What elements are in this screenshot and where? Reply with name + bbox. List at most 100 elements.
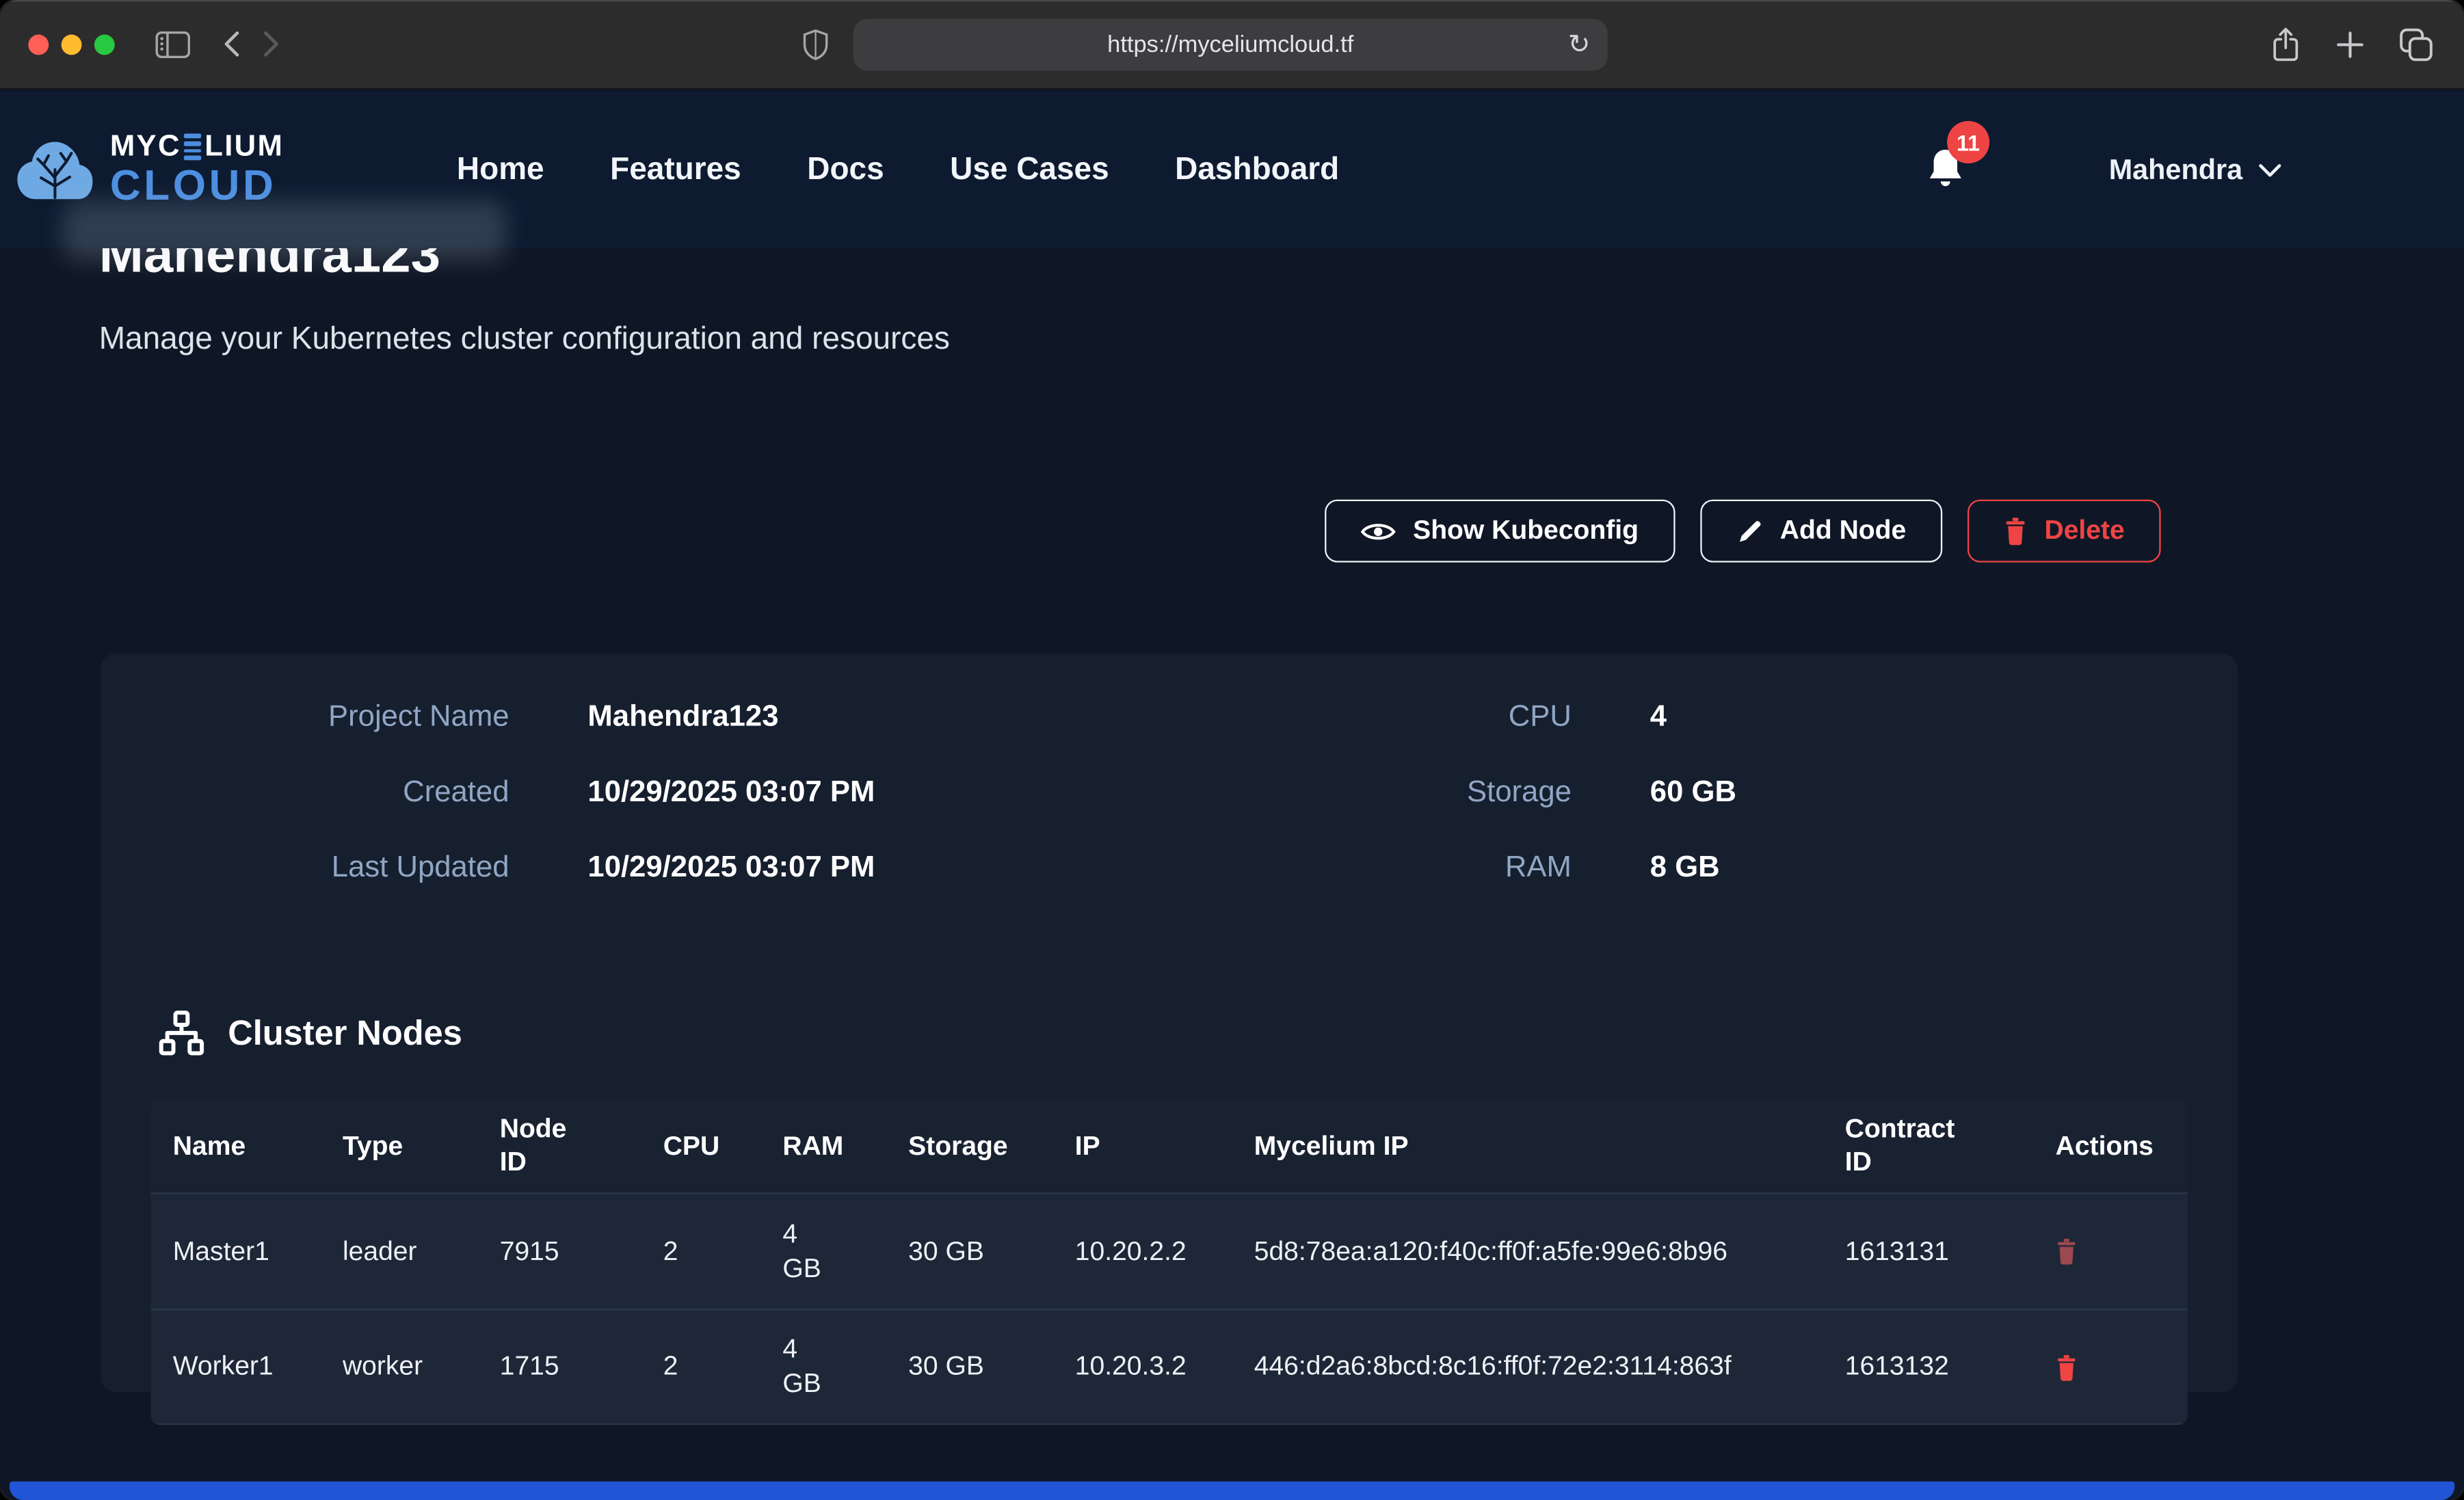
browser-window: https://myceliumcloud.tf ↻ [0, 0, 2464, 1500]
logo-text-cloud: CLOUD [110, 165, 284, 207]
browser-toolbar: https://myceliumcloud.tf ↻ [0, 0, 2464, 90]
logo-e-bars [184, 134, 201, 160]
col-storage: Storage [886, 1116, 1053, 1175]
notifications-button[interactable]: 11 [1924, 146, 1971, 193]
storage-value: 60 GB [1650, 776, 1736, 811]
show-kubeconfig-button[interactable]: Show Kubeconfig [1325, 500, 1674, 563]
table-header-row: Name Type Node ID CPU RAM Storage IP Myc… [151, 1098, 2188, 1192]
cluster-nodes-icon [157, 1008, 206, 1057]
main-nav: Home Features Docs Use Cases Dashboard [457, 152, 1339, 188]
trash-icon [2004, 517, 2027, 545]
node-ram: 4 GB [760, 1204, 886, 1298]
nav-item-dashboard[interactable]: Dashboard [1175, 152, 1339, 188]
user-menu[interactable]: Mahendra [2109, 153, 2282, 186]
node-ip: 10.20.2.2 [1053, 1222, 1232, 1281]
col-contract-id: Contract ID [1823, 1100, 2034, 1191]
url-text: https://myceliumcloud.tf [1107, 31, 1353, 58]
node-type: worker [321, 1337, 478, 1397]
node-ip: 10.20.3.2 [1053, 1337, 1232, 1397]
node-mycelium-ip: 446:d2a6:8bcd:8c16:ff0f:72e2:3114:863f [1232, 1337, 1823, 1397]
node-mycelium-ip: 5d8:78ea:a120:f40c:ff0f:a5fe:99e6:8b96 [1232, 1222, 1823, 1281]
col-type: Type [321, 1116, 478, 1175]
project-name-label: Project Name [101, 701, 509, 736]
last-updated-row: Last Updated 10/29/2025 03:07 PM [101, 851, 1201, 886]
col-ram: RAM [760, 1116, 886, 1175]
node-contract-id: 1613131 [1823, 1222, 2034, 1281]
logo-text-myc: MYC [110, 132, 181, 162]
storage-label: Storage [1201, 776, 1572, 811]
address-bar[interactable]: https://myceliumcloud.tf ↻ [853, 19, 1608, 71]
traffic-lights [28, 34, 114, 54]
cluster-nodes-heading: Cluster Nodes [228, 1013, 462, 1054]
site-header: MYC LIUM CLOUD Home Features Docs Use Ca… [0, 91, 2464, 248]
chevron-down-icon [2258, 163, 2281, 177]
notification-badge: 11 [1947, 121, 1989, 163]
user-name: Mahendra [2109, 153, 2242, 186]
delete-node-button[interactable] [2056, 1354, 2078, 1380]
mycelium-cloud-logo[interactable]: MYC LIUM CLOUD [16, 132, 284, 207]
created-value: 10/29/2025 03:07 PM [587, 776, 875, 811]
add-node-button[interactable]: Add Node [1700, 500, 1943, 563]
storage-row: Storage 60 GB [1201, 776, 1736, 811]
node-storage: 30 GB [886, 1337, 1053, 1397]
table-row: Worker1 worker 1715 2 4 GB 30 GB 10.20.3… [151, 1309, 2188, 1425]
trash-icon [2056, 1238, 2078, 1265]
logo-text-lium: LIUM [204, 132, 284, 162]
node-name: Worker1 [151, 1337, 321, 1397]
col-actions: Actions [2033, 1116, 2187, 1175]
col-ip: IP [1053, 1116, 1232, 1175]
bottom-accent-strip [10, 1482, 2455, 1500]
minimize-window-button[interactable] [62, 34, 82, 54]
delete-node-button[interactable] [2056, 1238, 2078, 1265]
forward-button-icon[interactable] [263, 30, 282, 58]
eye-icon [1361, 519, 1396, 542]
delete-cluster-button[interactable]: Delete [1968, 500, 2161, 563]
node-storage: 30 GB [886, 1222, 1053, 1281]
back-button-icon[interactable] [222, 30, 241, 58]
tab-overview-icon[interactable] [2400, 28, 2433, 61]
nav-item-use-cases[interactable]: Use Cases [950, 152, 1109, 188]
cpu-row: CPU 4 [1201, 701, 1736, 736]
cluster-nodes-table: Name Type Node ID CPU RAM Storage IP Myc… [151, 1098, 2188, 1425]
node-id: 7915 [478, 1222, 641, 1281]
cloud-tree-icon [16, 137, 94, 203]
created-row: Created 10/29/2025 03:07 PM [101, 776, 1201, 811]
ram-label: RAM [1201, 851, 1572, 886]
table-row: Master1 leader 7915 2 4 GB 30 GB 10.20.2… [151, 1192, 2188, 1309]
nav-item-docs[interactable]: Docs [807, 152, 884, 188]
reload-icon[interactable]: ↻ [1568, 30, 1591, 57]
sidebar-toggle-icon[interactable] [155, 31, 190, 57]
node-type: leader [321, 1222, 478, 1281]
zoom-window-button[interactable] [94, 34, 115, 54]
col-name: Name [151, 1116, 321, 1175]
page-subtitle: Manage your Kubernetes cluster configura… [99, 317, 2464, 361]
node-cpu: 2 [641, 1222, 761, 1281]
nav-item-home[interactable]: Home [457, 152, 544, 188]
ram-row: RAM 8 GB [1201, 851, 1736, 886]
cluster-actions: Show Kubeconfig Add Node Delete [0, 500, 2161, 563]
page-content: Mahendra123 Manage your Kubernetes clust… [0, 248, 2464, 1500]
last-updated-label: Last Updated [101, 851, 509, 886]
cluster-details-card: Project Name Mahendra123 Created 10/29/2… [101, 654, 2238, 1392]
col-cpu: CPU [641, 1116, 761, 1175]
node-ram: 4 GB [760, 1320, 886, 1414]
col-node-id: Node ID [478, 1100, 641, 1191]
trash-icon [2056, 1354, 2078, 1380]
cpu-label: CPU [1201, 701, 1572, 736]
new-tab-icon[interactable] [2337, 31, 2363, 58]
node-contract-id: 1613132 [1823, 1337, 2034, 1397]
node-cpu: 2 [641, 1337, 761, 1397]
created-label: Created [101, 776, 509, 811]
last-updated-value: 10/29/2025 03:07 PM [587, 851, 875, 886]
node-id: 1715 [478, 1337, 641, 1397]
nav-item-features[interactable]: Features [610, 152, 741, 188]
pencil-icon [1736, 518, 1762, 544]
close-window-button[interactable] [28, 34, 49, 54]
node-name: Master1 [151, 1222, 321, 1281]
privacy-shield-icon[interactable] [803, 28, 828, 61]
cpu-value: 4 [1650, 701, 1667, 736]
project-name-value: Mahendra123 [587, 701, 778, 736]
ram-value: 8 GB [1650, 851, 1720, 886]
share-icon[interactable] [2270, 27, 2301, 63]
project-name-row: Project Name Mahendra123 [101, 701, 1201, 736]
